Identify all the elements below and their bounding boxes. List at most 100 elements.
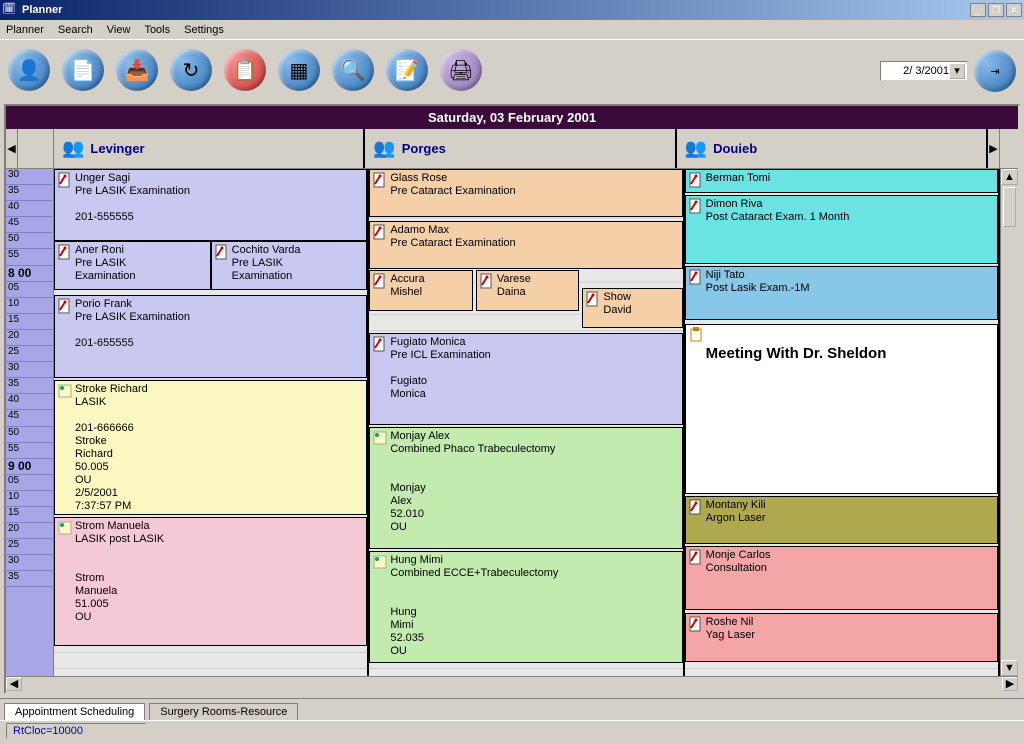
find-list-button[interactable]: 🔍 (332, 49, 374, 91)
appointment-text-line: Pre LASIK (232, 257, 365, 270)
scroll-right-button[interactable]: ▶ (1002, 677, 1018, 691)
appointment-title: Meeting With Dr. Sheldon (706, 347, 995, 360)
menu-search[interactable]: Search (58, 24, 93, 36)
time-slot-label: 30 (6, 169, 53, 185)
scroll-left-button[interactable]: ◀ (6, 677, 22, 691)
appointment-text-line: Pre ICL Examination (390, 349, 679, 362)
appointment-block[interactable]: Stroke RichardLASIK 201-666666StrokeRich… (54, 380, 367, 515)
appointment-text-line: Mimi (390, 619, 679, 632)
patient-head-button[interactable]: 👤 (8, 49, 50, 91)
appointment-block[interactable]: Porio FrankPre LASIK Examination 201-655… (54, 295, 367, 379)
exit-button[interactable]: ⇥ (974, 50, 1016, 92)
doc-icon (688, 269, 704, 285)
column-header-2[interactable]: 👥Douieb (677, 129, 988, 168)
doc-icon (688, 172, 704, 188)
appointment-text-line: Hung (390, 606, 679, 619)
appointment-block[interactable]: Strom ManuelaLASIK post LASIK StromManue… (54, 517, 367, 646)
appointment-text-line (75, 546, 364, 559)
appointment-text-line: Aner Roni (75, 244, 208, 257)
appointment-block[interactable]: Niji TatoPost Lasik Exam.-1M (685, 266, 998, 321)
appointment-text-line: Fugiato (390, 375, 679, 388)
time-slot-label: 25 (6, 539, 53, 555)
appointment-block[interactable]: Aner RoniPre LASIKExamination (54, 241, 211, 289)
appointment-block[interactable]: AccuraMishel (369, 270, 472, 310)
vertical-scrollbar[interactable]: ▲ ▼ (1000, 169, 1018, 676)
appointment-text-line: OU (390, 645, 679, 658)
appointment-text-line: Alex (390, 495, 679, 508)
appointment-block[interactable]: Glass RosePre Cataract Examination (369, 169, 682, 217)
appointment-text-line: 52.035 (390, 632, 679, 645)
appointment-block[interactable]: Montany KiliArgon Laser (685, 496, 998, 544)
appointment-text-line: Adamo Max (390, 224, 679, 237)
appointment-text-line: Examination (75, 270, 208, 283)
doc-icon (688, 499, 704, 515)
horizontal-scrollbar[interactable]: ◀ ▶ (6, 676, 1018, 692)
appointment-text-line: Consultation (706, 562, 995, 575)
appointment-text-line (390, 362, 679, 375)
scroll-up-button[interactable]: ▲ (1001, 169, 1018, 185)
scroll-right-button[interactable]: ▶ (988, 129, 1000, 168)
people-icon: 👥 (373, 138, 395, 159)
appointment-text-line: Manuela (75, 585, 364, 598)
tab-appointment-scheduling[interactable]: Appointment Scheduling (4, 703, 145, 720)
menu-tools[interactable]: Tools (144, 24, 170, 36)
appointment-block[interactable]: Dimon RivaPost Cataract Exam. 1 Month (685, 195, 998, 264)
scroll-left-button[interactable]: ◀ (6, 129, 18, 168)
note-button[interactable]: 📝 (386, 49, 428, 91)
menu-bar: Planner Search View Tools Settings (0, 20, 1024, 40)
toolbar: 👤 📄 📥 ↻ 📋 ▦ 🔍 📝 🖨 ▾ ⇥ (0, 40, 1024, 100)
close-button[interactable]: ✕ (1006, 3, 1022, 17)
appointment-text-line (390, 580, 679, 593)
print-button[interactable]: 🖨 (440, 49, 482, 91)
appointment-text-line: David (603, 304, 679, 317)
doc-icon (214, 244, 230, 260)
appointment-block[interactable]: Cochito VardaPre LASIKExamination (211, 241, 368, 289)
inbox-button[interactable]: 📥 (116, 49, 158, 91)
appointment-block[interactable]: Unger SagiPre LASIK Examination 201-5555… (54, 169, 367, 241)
appointment-text-line: LASIK post LASIK (75, 533, 364, 546)
restore-button[interactable]: ❐ (988, 3, 1004, 17)
new-form-button[interactable]: 📄 (62, 49, 104, 91)
appointment-text-line: Richard (75, 448, 364, 461)
appointment-block[interactable]: Monje CarlosConsultation (685, 546, 998, 610)
column-douieb: Berman TomiDimon RivaPost Cataract Exam.… (685, 169, 1000, 676)
layout-icon: ▦ (290, 58, 309, 83)
appointment-block[interactable]: Berman Tomi (685, 169, 998, 193)
date-dropdown-button[interactable]: ▾ (949, 63, 965, 79)
scroll-down-button[interactable]: ▼ (1001, 660, 1018, 676)
appointment-block[interactable]: Hung MimiCombined ECCE+Trabeculectomy Hu… (369, 551, 682, 664)
time-slot-label: 35 (6, 185, 53, 201)
appointment-block[interactable]: Adamo MaxPre Cataract Examination (369, 221, 682, 269)
appointment-text-line (75, 324, 364, 337)
appointment-block[interactable]: Roshe NilYag Laser (685, 613, 998, 661)
appointment-block[interactable]: VareseDaina (476, 270, 579, 310)
date-input[interactable] (883, 65, 949, 77)
minimize-button[interactable]: _ (970, 3, 986, 17)
column-header-0[interactable]: 👥Levinger (54, 129, 365, 168)
clipboard-button[interactable]: 📋 (224, 49, 266, 91)
column-header-1[interactable]: 👥Porges (365, 129, 676, 168)
layout-button[interactable]: ▦ (278, 49, 320, 91)
appointment-block[interactable]: ShowDavid (582, 288, 682, 328)
menu-settings[interactable]: Settings (184, 24, 224, 36)
menu-planner[interactable]: Planner (6, 24, 44, 36)
menu-view[interactable]: View (107, 24, 131, 36)
doc-icon (57, 244, 73, 260)
tab-surgery-rooms[interactable]: Surgery Rooms-Resource (149, 703, 298, 720)
time-slot-label: 40 (6, 201, 53, 217)
date-selector[interactable]: ▾ (880, 61, 968, 81)
time-column-header (18, 129, 54, 168)
pin-icon (372, 554, 388, 570)
appointment-text-line: 50.005 (75, 461, 364, 474)
scroll-thumb[interactable] (1003, 187, 1016, 227)
appointment-text-line (75, 559, 364, 572)
time-slot-label: 45 (6, 410, 53, 426)
pin-icon (57, 383, 73, 399)
appointment-block[interactable]: Monjay AlexCombined Phaco Trabeculectomy… (369, 427, 682, 549)
appointment-text-line: Stroke (75, 435, 364, 448)
column-levinger: Unger SagiPre LASIK Examination 201-5555… (54, 169, 369, 676)
appointment-text-line: Combined ECCE+Trabeculectomy (390, 567, 679, 580)
appointment-block[interactable]: Fugiato MonicaPre ICL Examination Fugiat… (369, 333, 682, 425)
appointment-block[interactable]: Meeting With Dr. Sheldon (685, 324, 998, 495)
refresh-button[interactable]: ↻ (170, 49, 212, 91)
